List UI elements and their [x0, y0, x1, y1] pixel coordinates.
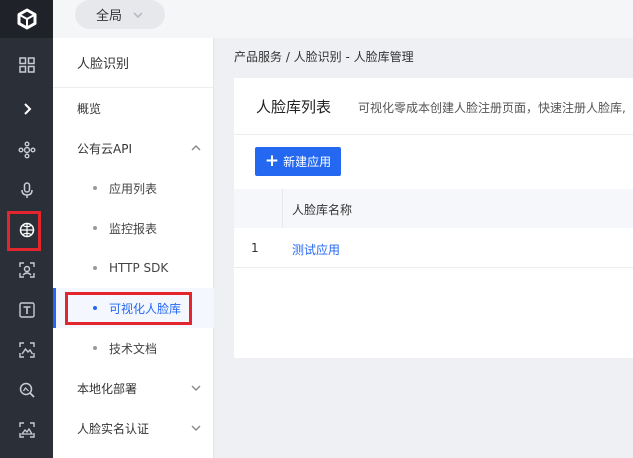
sidebar-item-label: 监控报表: [109, 221, 158, 236]
sidebar-group-local-deploy[interactable]: 本地化部署: [53, 368, 214, 408]
column-divider: [282, 189, 283, 228]
sidebar-item-label: 应用列表: [109, 181, 158, 196]
face-scan-icon: [18, 262, 35, 278]
create-app-button-label: 新建应用: [283, 155, 332, 169]
plus-icon: +: [264, 151, 280, 171]
bullet-dot: [93, 186, 97, 190]
bullet-dot: [93, 226, 97, 230]
sidebar-item-label: 公有云API: [77, 141, 132, 156]
sidebar-item-label: 本地化部署: [77, 381, 138, 396]
chevron-right-icon: [23, 103, 31, 115]
sidebar-group-face-realname[interactable]: 人脸实名认证: [53, 408, 214, 448]
face-library-name-link[interactable]: 测试应用: [292, 241, 340, 258]
text-recognition-icon: [18, 302, 35, 318]
network-icon: [18, 141, 35, 159]
microphone-icon: [20, 182, 33, 198]
icon-rail: [0, 0, 53, 458]
sidebar-item-http-sdk[interactable]: HTTP SDK: [53, 248, 214, 288]
sidebar-group-public-cloud-api[interactable]: 公有云API: [53, 128, 214, 168]
table-row: 1 测试应用: [234, 228, 633, 268]
app-root: 全局 人脸识别 概览 公有云API 应用列表 监控报表 HTTP SDK 可视化…: [0, 0, 633, 458]
sidebar-title: 人脸识别: [53, 38, 214, 88]
rail-highlight-box: [7, 211, 41, 251]
sidebar-highlight-box: [65, 292, 192, 325]
sidebar-item-monitoring[interactable]: 监控报表: [53, 208, 214, 248]
divider: [234, 134, 633, 135]
row-index: 1: [251, 241, 259, 255]
rail-item-expand[interactable]: [0, 89, 53, 129]
sidebar-item-label: 技术文档: [109, 341, 158, 356]
rail-item-face[interactable]: [0, 250, 53, 290]
bullet-dot: [93, 266, 97, 270]
product-sidebar: 人脸识别 概览 公有云API 应用列表 监控报表 HTTP SDK 可视化人脸库: [53, 38, 214, 458]
bullet-dot: [93, 346, 97, 350]
chevron-down-icon: [191, 385, 201, 391]
chevron-down-icon: [191, 425, 201, 431]
face-library-panel: 人脸库列表 可视化零成本创建人脸注册页面，快速注册人脸库, + 新建应用 人脸库…: [234, 78, 633, 358]
sidebar-item-app-list[interactable]: 应用列表: [53, 168, 214, 208]
cube-logo-icon: [17, 8, 36, 30]
rail-item-speech[interactable]: [0, 170, 53, 210]
rail-item-text[interactable]: [0, 290, 53, 330]
sidebar-item-label: 概览: [77, 101, 102, 116]
scope-label: 全局: [95, 9, 122, 24]
sidebar-item-label: 人脸实名认证: [77, 421, 150, 436]
rail-item-image[interactable]: [0, 330, 53, 370]
scope-selector[interactable]: 全局: [75, 0, 165, 29]
grid-icon: [18, 57, 35, 73]
page-description: 可视化零成本创建人脸注册页面，快速注册人脸库,: [358, 101, 626, 115]
sidebar-item-overview[interactable]: 概览: [53, 88, 214, 128]
logo[interactable]: [0, 0, 53, 38]
active-indicator: [53, 288, 56, 328]
mountain-scan-icon: [18, 342, 35, 358]
rail-item-products[interactable]: [0, 45, 53, 85]
chevron-up-icon: [191, 145, 201, 151]
create-app-button[interactable]: + 新建应用: [255, 147, 341, 176]
sidebar-item-tech-docs[interactable]: 技术文档: [53, 328, 214, 368]
table-header: 人脸库名称: [234, 189, 633, 228]
rail-item-search[interactable]: [0, 370, 53, 410]
chevron-down-icon: [133, 11, 143, 18]
rail-item-network[interactable]: [0, 130, 53, 170]
column-header-name: 人脸库名称: [292, 203, 353, 217]
image-search-icon: [19, 382, 35, 398]
page-title: 人脸库列表: [256, 98, 332, 116]
sidebar-item-label: HTTP SDK: [109, 261, 169, 275]
top-bar: 全局: [53, 0, 633, 38]
landscape-scan-icon: [18, 422, 35, 438]
breadcrumb: 产品服务 / 人脸识别 - 人脸库管理: [234, 50, 414, 64]
rail-item-landscape[interactable]: [0, 410, 53, 450]
